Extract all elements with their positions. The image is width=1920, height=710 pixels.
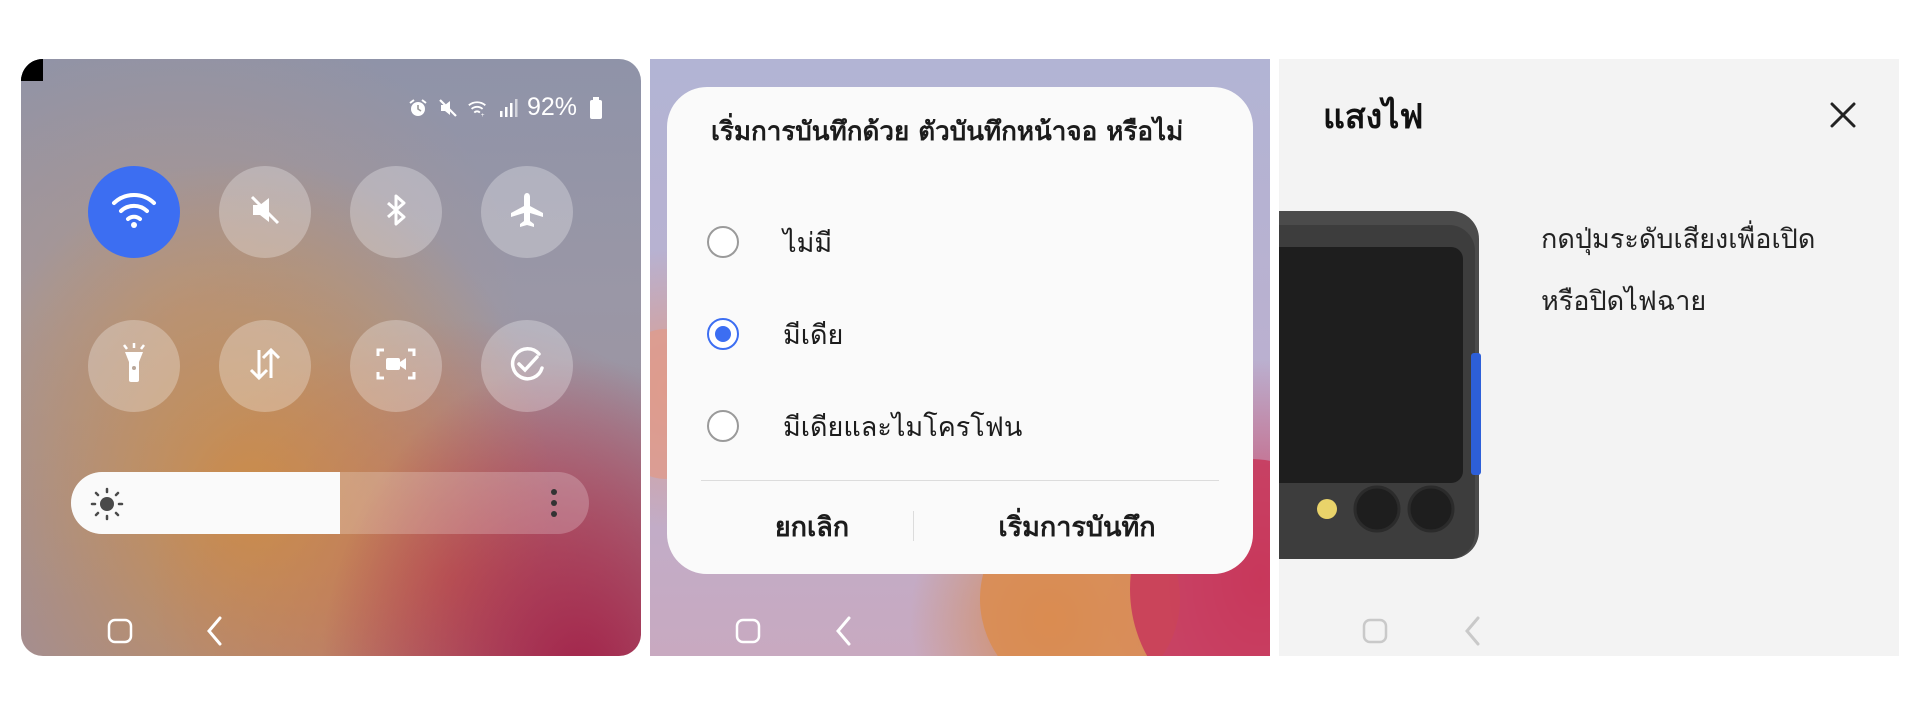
data-arrows-icon xyxy=(245,344,285,388)
radio-button[interactable] xyxy=(707,226,739,258)
auto-rotate-toggle[interactable] xyxy=(481,320,573,412)
option-media-and-mic[interactable]: มีเดียและไมโครโฟน xyxy=(707,401,1022,451)
flashlight-toggle[interactable] xyxy=(88,320,180,412)
option-none[interactable]: ไม่มี xyxy=(707,217,832,267)
mobile-data-toggle[interactable] xyxy=(219,320,311,412)
mute-icon xyxy=(245,190,285,234)
bluetooth-toggle[interactable] xyxy=(350,166,442,258)
signal-icon xyxy=(497,97,519,119)
radio-button-selected[interactable] xyxy=(707,318,739,350)
help-line: หรือปิดไฟฉาย xyxy=(1541,286,1707,317)
radio-button[interactable] xyxy=(707,410,739,442)
phone-camera-volume-key-illustration xyxy=(1279,211,1499,575)
help-line: กดปุ่มระดับเสียงเพื่อเปิด xyxy=(1541,224,1816,255)
wifi-icon xyxy=(111,190,157,234)
brightness-slider[interactable] xyxy=(71,472,589,534)
sync-check-icon xyxy=(505,342,549,390)
mute-icon xyxy=(437,97,459,119)
svg-text:+: + xyxy=(481,112,485,119)
start-recording-button[interactable]: เริ่มการบันทึก xyxy=(937,501,1217,551)
bluetooth-icon xyxy=(376,190,416,234)
back-chevron-icon[interactable] xyxy=(205,615,225,651)
wifi-toggle[interactable] xyxy=(88,166,180,258)
home-square-icon[interactable] xyxy=(734,617,762,649)
page-title: แสงไฟ xyxy=(1323,97,1424,137)
back-chevron-icon[interactable] xyxy=(834,615,854,651)
home-square-icon[interactable] xyxy=(1361,617,1389,649)
alarm-icon xyxy=(407,97,429,119)
sound-toggle[interactable] xyxy=(219,166,311,258)
back-chevron-icon[interactable] xyxy=(1463,615,1483,651)
airplane-toggle[interactable] xyxy=(481,166,573,258)
divider xyxy=(701,480,1219,481)
option-label: มีเดีย xyxy=(783,319,844,351)
home-square-icon[interactable] xyxy=(106,617,134,649)
airplane-icon xyxy=(507,190,547,234)
more-vertical-icon[interactable] xyxy=(549,486,559,520)
option-media[interactable]: มีเดีย xyxy=(707,309,843,359)
option-label: ไม่มี xyxy=(783,227,833,259)
battery-percentage: 92% xyxy=(526,93,577,121)
screen-record-icon xyxy=(374,344,418,388)
dialog-title: เริ่มการบันทึกด้วย ตัวบันทึกหน้าจอ หรือไ… xyxy=(711,117,1184,147)
option-label: มีเดียและไมโครโฟน xyxy=(783,411,1023,443)
status-bar: + 92% xyxy=(407,93,607,122)
help-description: กดปุ่มระดับเสียงเพื่อเปิด หรือปิดไฟฉาย xyxy=(1541,209,1861,333)
wifi-calling-icon: + xyxy=(467,97,489,119)
close-icon[interactable] xyxy=(1823,95,1863,135)
button-separator xyxy=(913,511,914,541)
cancel-button[interactable]: ยกเลิก xyxy=(727,501,897,551)
sun-icon xyxy=(89,487,125,525)
record-options-dialog: เริ่มการบันทึกด้วย ตัวบันทึกหน้าจอ หรือไ… xyxy=(667,87,1253,574)
flashlight-icon xyxy=(114,342,154,390)
flashlight-help-screen: แสงไฟ กดปุ่มระดับเสียงเพื่อเปิด หรือปิดไ… xyxy=(1279,59,1899,656)
quick-panel-screen: + 92% xyxy=(21,59,641,656)
screen-recorder-toggle[interactable] xyxy=(350,320,442,412)
screen-record-dialog-screen: เริ่มการบันทึกด้วย ตัวบันทึกหน้าจอ หรือไ… xyxy=(650,59,1270,656)
battery-icon xyxy=(585,96,607,119)
